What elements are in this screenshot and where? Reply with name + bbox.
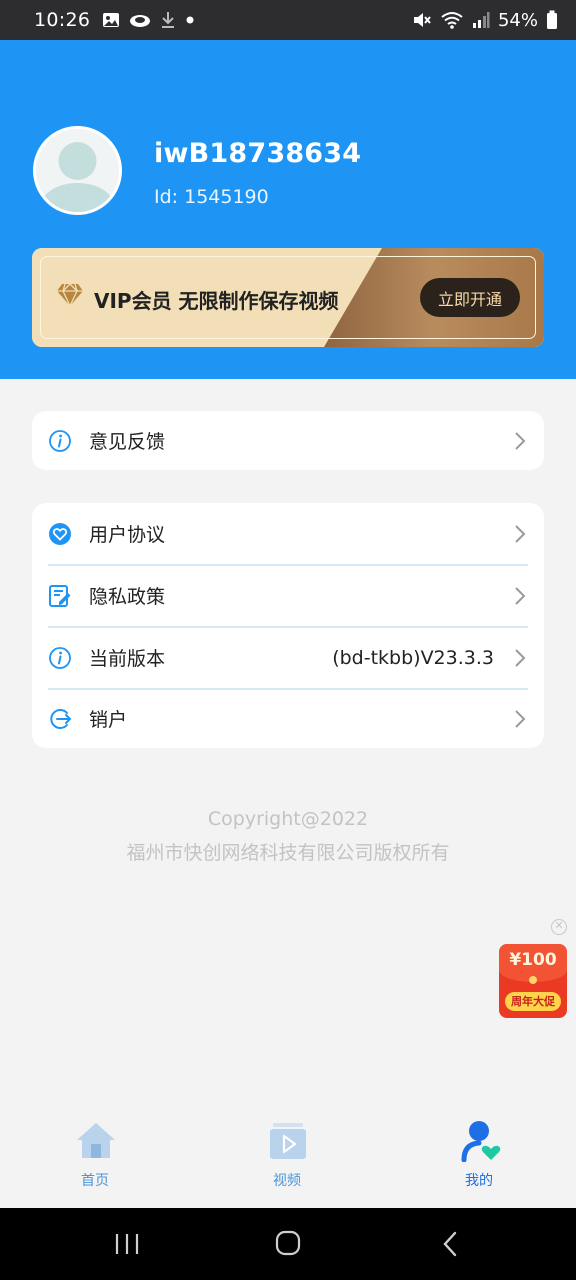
- system-nav-bar: [0, 1208, 576, 1280]
- video-icon: [270, 1123, 306, 1159]
- bottom-nav: 首页 视频 我的: [0, 1108, 576, 1208]
- diamond-icon: [57, 283, 83, 307]
- info-icon: [49, 429, 71, 452]
- nav-label: 我的: [465, 1173, 493, 1189]
- recents-icon[interactable]: [114, 1232, 140, 1256]
- user-id: Id: 1545190: [154, 186, 269, 208]
- nav-label: 视频: [273, 1173, 301, 1189]
- menu-item-feedback[interactable]: 意见反馈: [32, 411, 544, 470]
- menu-item-label: 隐私政策: [89, 586, 166, 608]
- chevron-right-icon: [515, 431, 526, 450]
- promo-amount: ¥100: [509, 950, 557, 970]
- status-time: 10:26: [34, 9, 91, 31]
- feedback-card: 意见反馈: [32, 411, 544, 470]
- chevron-right-icon: [515, 586, 526, 605]
- menu-item-close-account[interactable]: 销户: [32, 689, 544, 748]
- vip-banner-text: VIP会员 无限制作保存视频: [94, 289, 339, 313]
- menu-item-current-version[interactable]: 当前版本 (bd-tkbb)V23.3.3: [32, 627, 544, 688]
- profile-header: iwB18738634 Id: 1545190 VIP会员 无限制作保存视频 立…: [0, 40, 576, 379]
- back-icon[interactable]: [440, 1230, 460, 1258]
- company-text: 福州市快创网络科技有限公司版权所有: [126, 842, 450, 864]
- image-icon: [103, 13, 120, 27]
- vip-banner[interactable]: VIP会员 无限制作保存视频 立即开通: [32, 248, 544, 347]
- red-envelope[interactable]: ¥100 周年大促: [499, 944, 567, 1018]
- nav-home[interactable]: 首页: [35, 1108, 155, 1208]
- heart-badge-icon: [49, 522, 71, 545]
- status-right-icons: 54%: [412, 10, 558, 31]
- dot-icon: [186, 16, 194, 24]
- menu-item-label: 意见反馈: [89, 431, 166, 453]
- nav-label: 首页: [81, 1173, 109, 1189]
- default-avatar-icon: [36, 129, 119, 212]
- wifi-icon: [441, 12, 463, 29]
- copyright-text: Copyright@2022: [207, 808, 369, 830]
- promo-tag: 周年大促: [505, 992, 561, 1011]
- menu-item-privacy-policy[interactable]: 隐私政策: [32, 565, 544, 626]
- status-left-icons: [102, 11, 195, 29]
- status-bar: 10:26 54%: [0, 0, 576, 40]
- envelope-seal: [529, 976, 537, 984]
- nav-video[interactable]: 视频: [227, 1108, 347, 1208]
- promo-widget[interactable]: ✕ ¥100 周年大促: [498, 918, 570, 1022]
- signal-icon: [472, 12, 490, 28]
- menu-item-label: 当前版本: [89, 648, 166, 670]
- info-icon: [49, 646, 71, 669]
- document-edit-icon: [49, 584, 71, 607]
- chevron-right-icon: [515, 709, 526, 728]
- download-icon: [162, 12, 175, 28]
- avatar[interactable]: [33, 126, 122, 215]
- profile-icon: [461, 1121, 501, 1162]
- home-icon: [77, 1123, 115, 1158]
- menu-item-user-agreement[interactable]: 用户协议: [32, 503, 544, 564]
- menu-item-label: 销户: [89, 709, 128, 731]
- chevron-right-icon: [515, 524, 526, 543]
- nav-mine[interactable]: 我的: [419, 1108, 539, 1208]
- battery-text: 54%: [497, 9, 538, 31]
- close-icon[interactable]: ✕: [551, 919, 567, 935]
- battery-icon: [547, 10, 557, 29]
- home-button-icon[interactable]: [275, 1230, 301, 1256]
- settings-card: 用户协议 隐私政策 当前版本 (bd-tkbb)V23.3.3 销户: [32, 503, 544, 748]
- cloud-icon: [130, 15, 151, 27]
- menu-item-label: 用户协议: [89, 524, 166, 546]
- logout-icon: [50, 708, 72, 729]
- username: iwB18738634: [154, 138, 362, 169]
- version-value: (bd-tkbb)V23.3.3: [332, 646, 494, 669]
- vip-open-button[interactable]: 立即开通: [420, 278, 520, 317]
- mute-icon: [413, 13, 431, 27]
- chevron-right-icon: [515, 648, 526, 667]
